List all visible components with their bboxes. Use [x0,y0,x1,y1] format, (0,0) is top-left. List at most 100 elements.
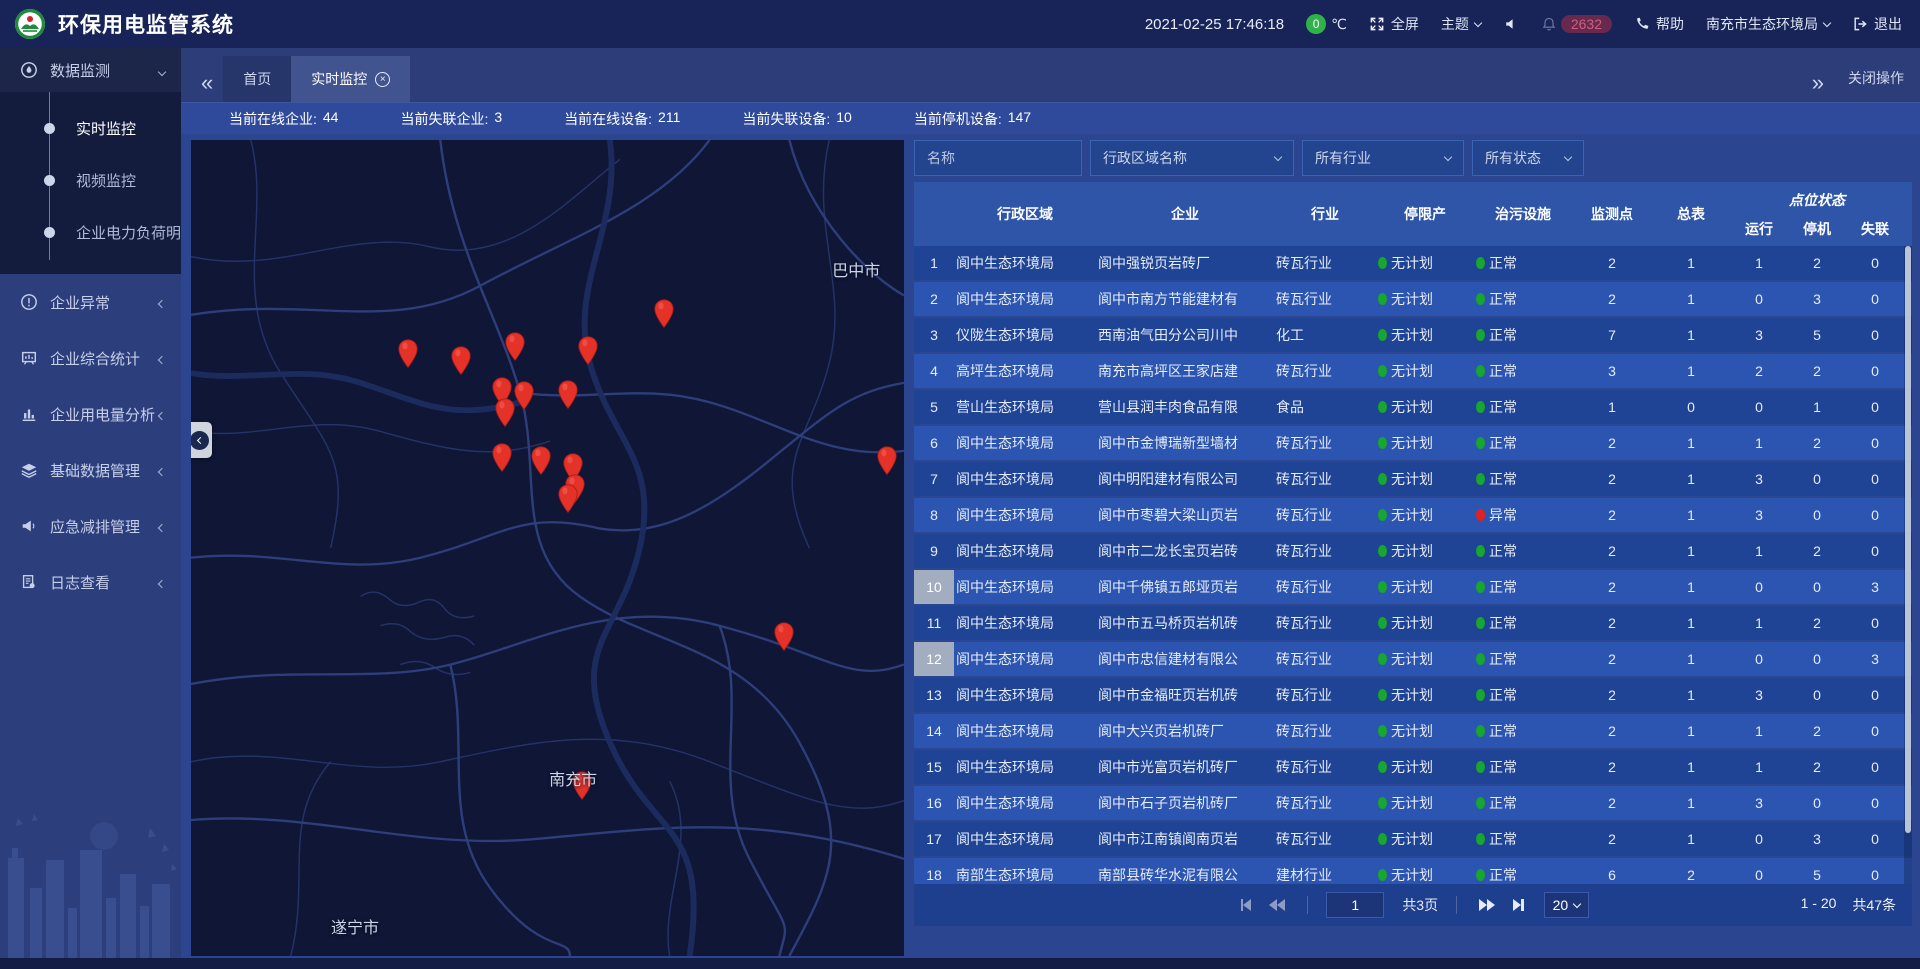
column-header: 治污设施 [1474,182,1572,246]
sidebar-group-emergency-reduction[interactable]: 应急减排管理 [0,498,181,554]
stat-item: 当前在线企业:44 [229,109,338,129]
table-row[interactable]: 15阆中生态环境局阆中市光富页岩机砖厂砖瓦行业无计划正常21120 [914,750,1912,784]
cell-production-limit: 无计划 [1376,253,1474,273]
sidebar-group-enterprise-abnormal[interactable]: 企业异常 [0,274,181,330]
cell-running: 0 [1730,291,1788,307]
range-label: 1 - 20 [1801,895,1837,915]
map-pin-icon[interactable] [505,331,526,366]
status-dot-green [1378,257,1387,269]
map-pin-icon[interactable] [774,622,795,657]
map-panel[interactable]: 巴中市南充市遂宁市 [191,140,904,956]
sidebar-group-enterprise-statistics[interactable]: 企业综合统计 [0,330,181,386]
status-dot-green [1476,869,1485,881]
table-row[interactable]: 9阆中生态环境局阆中市二龙长宝页岩砖砖瓦行业无计划正常21120 [914,534,1912,568]
next-page-button[interactable] [1475,899,1499,911]
map-pin-icon[interactable] [578,335,599,370]
table-row[interactable]: 17阆中生态环境局阆中市江南镇阆南页岩砖瓦行业无计划正常21030 [914,822,1912,856]
sidebar-item-video-monitoring[interactable]: 视频监控 [0,154,181,206]
org-dropdown[interactable]: 南充市生态环境局 [1706,14,1830,34]
status-text: 正常 [1489,541,1517,561]
map-pin-icon[interactable] [450,346,471,381]
table-row[interactable]: 18南部生态环境局南部县砖华水泥有限公建材行业无计划正常62050 [914,858,1912,884]
scrollbar-thumb[interactable] [1905,246,1911,833]
logout-label: 退出 [1874,14,1902,34]
page-input[interactable] [1326,892,1384,918]
table-row[interactable]: 11阆中生态环境局阆中市五马桥页岩机砖砖瓦行业无计划正常21120 [914,606,1912,640]
table-header: 行政区域企业行业停限产治污设施监测点总表点位状态运行停机失联 [914,182,1912,246]
table-row[interactable]: 2阆中生态环境局阆中市南方节能建材有砖瓦行业无计划正常21030 [914,282,1912,316]
layers-icon [20,461,38,479]
name-filter-input[interactable] [914,140,1082,176]
map-pin-icon[interactable] [513,381,534,416]
collapse-arrow-icon [191,431,209,450]
region-filter-select[interactable]: 行政区域名称 [1090,140,1294,176]
table-row[interactable]: 13阆中生态环境局阆中市金福旺页岩机砖砖瓦行业无计划正常21300 [914,678,1912,712]
table-row[interactable]: 1阆中生态环境局阆中强锐页岩砖厂砖瓦行业无计划正常21120 [914,246,1912,280]
sidebar-item-realtime-monitoring[interactable]: 实时监控 [0,102,181,154]
sidebar-group-data-monitoring[interactable]: 数据监测 [0,48,181,92]
table-row[interactable]: 10阆中生态环境局阆中千佛镇五郎垭页岩砖瓦行业无计划正常21003 [914,570,1912,604]
map-pin-icon[interactable] [495,397,516,432]
table-row[interactable]: 7阆中生态环境局阆中明阳建材有限公司砖瓦行业无计划正常21300 [914,462,1912,496]
sidebar-group-base-data[interactable]: 基础数据管理 [0,442,181,498]
org-label: 南充市生态环境局 [1706,14,1818,34]
map-pin-icon[interactable] [531,446,552,481]
prev-page-button[interactable] [1265,899,1289,911]
cell-stopped: 3 [1788,291,1846,307]
cell-industry: 砖瓦行业 [1274,829,1376,849]
theme-dropdown[interactable]: 主题 [1441,14,1481,34]
tabs-scroll-right-icon[interactable]: » [1802,72,1834,102]
cell-production-limit: 无计划 [1376,649,1474,669]
map-city-label: 遂宁市 [331,914,379,938]
cell-offline: 0 [1846,471,1904,487]
cell-offline: 0 [1846,543,1904,559]
map-pin-icon[interactable] [558,380,579,415]
industry-filter-select[interactable]: 所有行业 [1302,140,1464,176]
map-pin-icon[interactable] [653,299,674,334]
cell-industry: 砖瓦行业 [1274,289,1376,309]
cell-company: 阆中千佛镇五郎垭页岩 [1096,577,1274,597]
help-label: 帮助 [1656,14,1684,34]
notification-badge[interactable]: 2632 [1541,15,1612,33]
tab-realtime[interactable]: 实时监控× [291,56,410,102]
fullscreen-button[interactable]: 全屏 [1369,14,1419,34]
table-row[interactable]: 14阆中生态环境局阆中大兴页岩机砖厂砖瓦行业无计划正常21120 [914,714,1912,748]
table-row[interactable]: 4高坪生态环境局南充市高坪区王家店建砖瓦行业无计划正常31220 [914,354,1912,388]
close-operations-button[interactable]: 关闭操作 [1848,68,1904,102]
table-row[interactable]: 5营山生态环境局营山县润丰肉食品有限食品无计划正常10010 [914,390,1912,424]
map-pin-icon[interactable] [491,443,512,478]
table-row[interactable]: 12阆中生态环境局阆中市忠信建材有限公砖瓦行业无计划正常21003 [914,642,1912,676]
status-text: 无计划 [1391,325,1433,345]
sidebar-item-power-load-detail[interactable]: 企业电力负荷明细 [0,206,181,258]
table-row[interactable]: 6阆中生态环境局阆中市金博瑞新型墙材砖瓦行业无计划正常21120 [914,426,1912,460]
map-pin-icon[interactable] [398,339,419,374]
status-text: 无计划 [1391,793,1433,813]
status-text: 正常 [1489,433,1517,453]
logout-button[interactable]: 退出 [1852,14,1902,34]
help-button[interactable]: 帮助 [1634,14,1684,34]
table-row[interactable]: 8阆中生态环境局阆中市枣碧大梁山页岩砖瓦行业无计划异常21300 [914,498,1912,532]
tab-home[interactable]: 首页 [223,56,291,102]
cell-region: 阆中生态环境局 [954,829,1096,849]
row-index: 17 [914,822,954,856]
row-index: 10 [914,570,954,604]
status-dot-green [1476,797,1485,809]
tab-close-icon[interactable]: × [375,72,390,87]
status-filter-select[interactable]: 所有状态 [1472,140,1584,176]
tabs-scroll-left-icon[interactable]: « [191,72,223,102]
first-page-button[interactable] [1237,899,1256,911]
map-pin-icon[interactable] [876,446,897,481]
map-collapse-button[interactable] [191,422,212,458]
speaker-icon [1503,16,1519,32]
table-row[interactable]: 16阆中生态环境局阆中市石子页岩机砖厂砖瓦行业无计划正常21300 [914,786,1912,820]
map-city-label: 南充市 [549,766,597,790]
column-header: 监测点 [1572,182,1652,246]
cell-monitor-points: 2 [1572,723,1652,739]
sidebar-group-log-view[interactable]: 日志查看 [0,554,181,610]
mute-button[interactable] [1503,16,1519,32]
last-page-button[interactable] [1509,899,1528,911]
table-row[interactable]: 3仪陇生态环境局西南油气田分公司川中化工无计划正常71350 [914,318,1912,352]
sidebar-group-power-usage-analysis[interactable]: 企业用电量分析 [0,386,181,442]
map-pin-icon[interactable] [558,484,579,519]
page-size-select[interactable]: 20 [1544,892,1590,918]
